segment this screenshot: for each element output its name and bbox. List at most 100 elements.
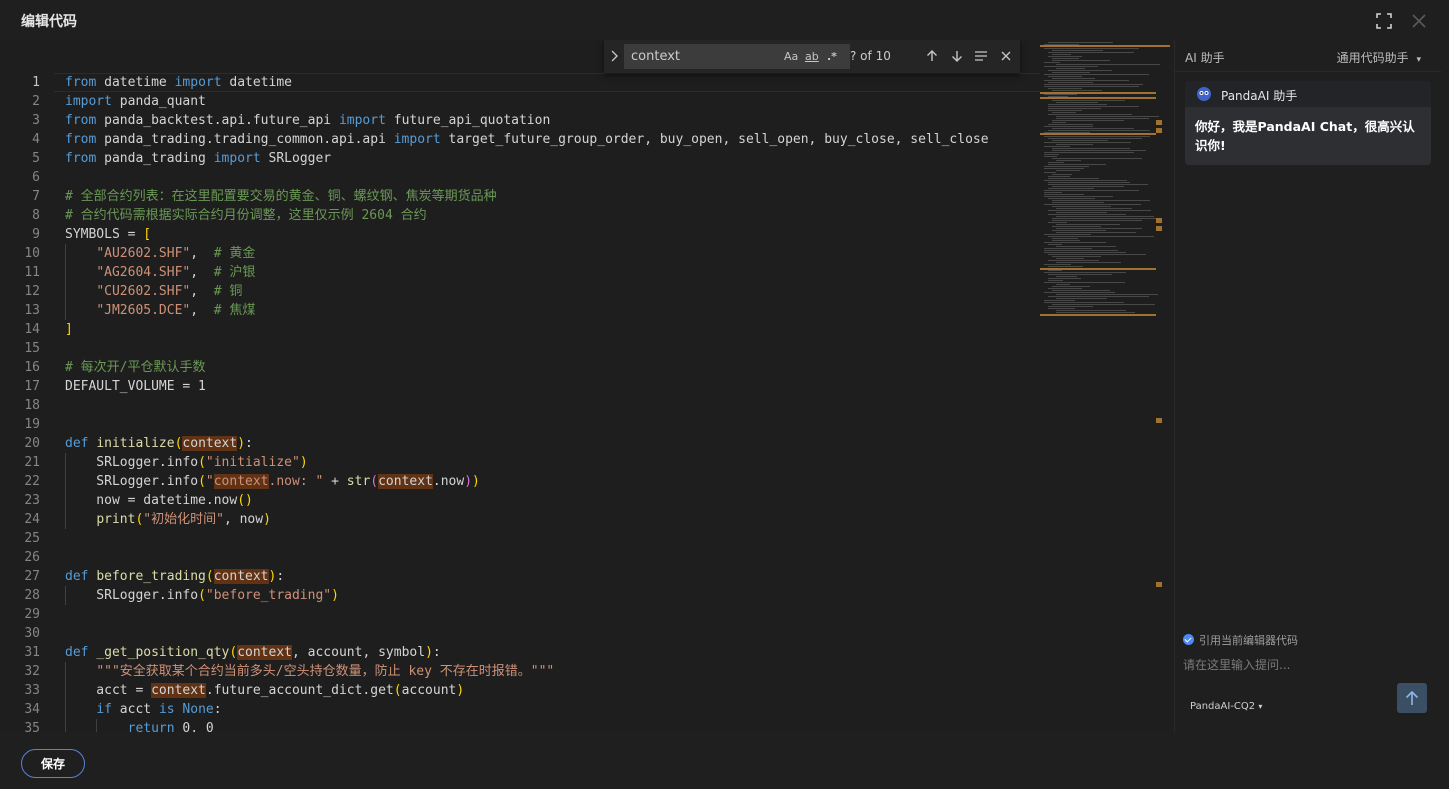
line-content[interactable]: SRLogger.info("before_trading") xyxy=(65,586,339,605)
code-line[interactable]: 31 def _get_position_qty(context, account… xyxy=(0,643,1040,662)
code-line[interactable]: 32 """安全获取某个合约当前多头/空头持仓数量，防止 key 不存在时报错。… xyxy=(0,662,1040,681)
code-line[interactable]: 23 now = datetime.now() xyxy=(0,491,1040,510)
line-content[interactable]: import panda_quant xyxy=(65,92,206,111)
code-line[interactable]: 17 DEFAULT_VOLUME = 1 xyxy=(0,377,1040,396)
line-content[interactable]: SYMBOLS = [ xyxy=(65,225,151,244)
minimap-line xyxy=(1052,238,1078,239)
chat-message: PandaAI 助手 你好，我是PandaAI Chat，很高兴认识你! xyxy=(1185,81,1431,165)
line-number: 35 xyxy=(24,721,40,732)
line-content[interactable]: # 全部合约列表：在这里配置要交易的黄金、铜、螺纹钢、焦炭等期货品种 xyxy=(65,187,497,206)
code-line[interactable]: 19 xyxy=(0,415,1040,434)
arrow-down-icon[interactable] xyxy=(949,48,965,64)
code-line[interactable]: 2 import panda_quant xyxy=(0,92,1040,111)
line-content[interactable]: "AU2602.SHF", # 黄金 xyxy=(65,244,255,263)
match-case-option[interactable]: Aa xyxy=(784,49,798,65)
close-find-icon[interactable] xyxy=(998,48,1014,64)
line-content[interactable]: def before_trading(context): xyxy=(65,567,284,586)
code-line[interactable]: 12 "CU2602.SHF", # 铜 xyxy=(0,282,1040,301)
code-line[interactable]: 5 from panda_trading import SRLogger xyxy=(0,149,1040,168)
fullscreen-icon[interactable] xyxy=(1375,12,1393,30)
code-lines[interactable]: 1 from datetime import datetime 2 import pa… xyxy=(0,73,1040,732)
send-button[interactable] xyxy=(1397,683,1427,713)
code-line[interactable]: 27 def before_trading(context): xyxy=(0,567,1040,586)
line-content[interactable]: from panda_backtest.api.future_api impor… xyxy=(65,111,550,130)
regex-option[interactable]: .* xyxy=(827,49,837,65)
code-line[interactable]: 1 from datetime import datetime xyxy=(0,73,1040,92)
line-content[interactable]: def initialize(context): xyxy=(65,434,253,453)
line-content[interactable]: from panda_trading.trading_common.api.ap… xyxy=(65,130,989,149)
line-content[interactable]: DEFAULT_VOLUME = 1 xyxy=(65,377,206,396)
line-content[interactable]: def _get_position_qty(context, account, … xyxy=(65,643,441,662)
code-line[interactable]: 33 acct = context.future_account_dict.ge… xyxy=(0,681,1040,700)
pandaai-logo-icon xyxy=(1197,87,1211,101)
code-line[interactable]: 35 return 0, 0 xyxy=(0,719,1040,732)
code-line[interactable]: 6 xyxy=(0,168,1040,187)
line-content[interactable]: now = datetime.now() xyxy=(65,491,253,510)
line-content[interactable]: # 合约代码需根据实际合约月份调整，这里仅示例 2604 合约 xyxy=(65,206,427,225)
code-line[interactable]: 26 xyxy=(0,548,1040,567)
code-line[interactable]: 7 # 全部合约列表：在这里配置要交易的黄金、铜、螺纹钢、焦炭等期货品种 xyxy=(0,187,1040,206)
line-content[interactable]: """安全获取某个合约当前多头/空头持仓数量，防止 key 不存在时报错。""" xyxy=(65,662,554,681)
line-content[interactable]: "AG2604.SHF", # 沪银 xyxy=(65,263,255,282)
code-line[interactable]: 15 xyxy=(0,339,1040,358)
minimap-line xyxy=(1056,68,1085,69)
code-editor[interactable]: 1 from datetime import datetime 2 import pa… xyxy=(0,40,1170,732)
code-line[interactable]: 22 SRLogger.info("context.now: " + str(c… xyxy=(0,472,1040,491)
code-line[interactable]: 14] xyxy=(0,320,1040,339)
minimap-line xyxy=(1044,250,1118,251)
chat-greeting: 你好，我是PandaAI Chat，很高兴认识你! xyxy=(1195,119,1415,153)
code-line[interactable]: 24 print("初始化时间", now) xyxy=(0,510,1040,529)
minimap-line xyxy=(1048,114,1132,115)
line-content[interactable]: "JM2605.DCE", # 焦煤 xyxy=(65,301,255,320)
code-line[interactable]: 25 xyxy=(0,529,1040,548)
find-in-selection-icon[interactable] xyxy=(973,48,989,64)
minimap[interactable] xyxy=(1040,40,1170,732)
minimap-line xyxy=(1048,260,1099,261)
arrow-up-icon[interactable] xyxy=(924,48,940,64)
code-line[interactable]: 10 "AU2602.SHF", # 黄金 xyxy=(0,244,1040,263)
line-content[interactable]: from datetime import datetime xyxy=(65,73,292,92)
minimap-line xyxy=(1056,212,1107,213)
line-content[interactable]: print("初始化时间", now) xyxy=(65,510,271,529)
code-line[interactable]: 30 xyxy=(0,624,1040,643)
line-number: 11 xyxy=(24,265,40,280)
minimap-line xyxy=(1048,124,1093,125)
line-content[interactable]: from panda_trading import SRLogger xyxy=(65,149,331,168)
line-content[interactable]: return 0, 0 xyxy=(65,719,214,732)
close-icon[interactable] xyxy=(1410,12,1428,30)
code-line[interactable]: 28 SRLogger.info("before_trading") xyxy=(0,586,1040,605)
vertical-scrollbar[interactable] xyxy=(1156,40,1170,732)
line-content[interactable]: acct = context.future_account_dict.get(a… xyxy=(65,681,464,700)
code-line[interactable]: 16 # 每次开/平仓默认手数 xyxy=(0,358,1040,377)
scrollbar-match-marker xyxy=(1156,226,1162,231)
code-line[interactable]: 21 SRLogger.info("initialize") xyxy=(0,453,1040,472)
code-line[interactable]: 13 "JM2605.DCE", # 焦煤 xyxy=(0,301,1040,320)
arrow-up-icon xyxy=(1405,690,1419,705)
save-button[interactable]: 保存 xyxy=(21,749,85,778)
minimap-line xyxy=(1044,302,1124,303)
line-content[interactable]: ] xyxy=(65,320,73,339)
line-content[interactable]: # 每次开/平仓默认手数 xyxy=(65,358,205,377)
minimap-line xyxy=(1048,56,1082,57)
reference-editor-code-toggle[interactable]: 引用当前编辑器代码 xyxy=(1183,632,1298,648)
line-content[interactable]: if acct is None: xyxy=(65,700,221,719)
chevron-right-icon[interactable] xyxy=(606,48,622,64)
code-line[interactable]: 34 if acct is None: xyxy=(0,700,1040,719)
model-select[interactable]: PandaAI-CQ2 ▾ xyxy=(1190,701,1262,712)
line-number: 17 xyxy=(24,379,40,394)
assistant-mode-select[interactable]: 通用代码助手 ▾ xyxy=(1337,49,1421,66)
code-line[interactable]: 29 xyxy=(0,605,1040,624)
line-content[interactable]: SRLogger.info("context.now: " + str(cont… xyxy=(65,472,480,491)
line-content[interactable]: "CU2602.SHF", # 铜 xyxy=(65,282,242,301)
code-line[interactable]: 9 SYMBOLS = [ xyxy=(0,225,1040,244)
match-word-option[interactable]: ab xyxy=(805,49,819,65)
code-line[interactable]: 18 xyxy=(0,396,1040,415)
line-number: 9 xyxy=(32,227,40,242)
code-line[interactable]: 3 from panda_backtest.api.future_api impo… xyxy=(0,111,1040,130)
code-line[interactable]: 8 # 合约代码需根据实际合约月份调整，这里仅示例 2604 合约 xyxy=(0,206,1040,225)
code-line[interactable]: 20 def initialize(context): xyxy=(0,434,1040,453)
code-line[interactable]: 11 "AG2604.SHF", # 沪银 xyxy=(0,263,1040,282)
prompt-input[interactable] xyxy=(1183,654,1383,676)
line-content[interactable]: SRLogger.info("initialize") xyxy=(65,453,307,472)
code-line[interactable]: 4 from panda_trading.trading_common.api.a… xyxy=(0,130,1040,149)
